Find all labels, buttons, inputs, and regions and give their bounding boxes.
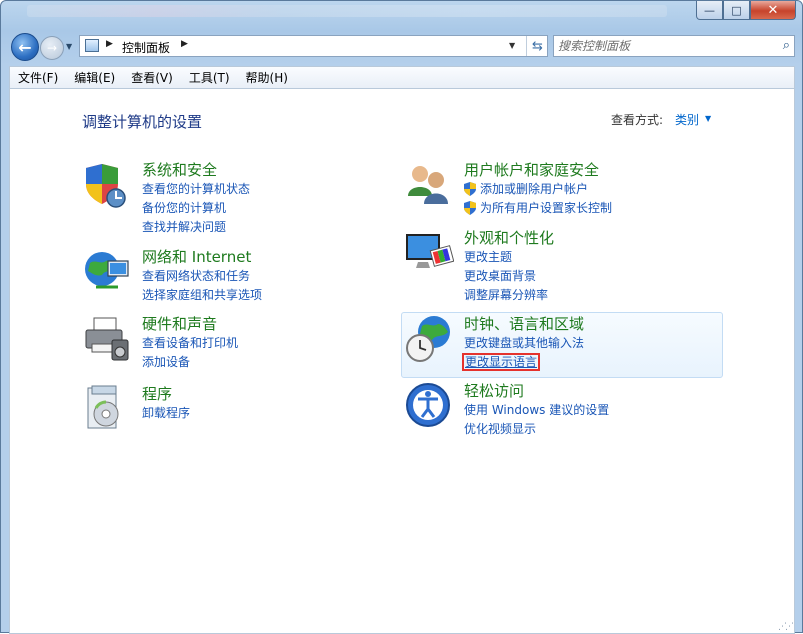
link-change-input-methods[interactable]: 更改键盘或其他输入法 [464,334,584,353]
control-panel-icon [85,39,99,52]
shield-icon[interactable] [82,160,132,210]
link-change-background[interactable]: 更改桌面背景 [464,267,554,286]
category-network-internet: 网络和 Internet 查看网络状态和任务 选择家庭组和共享选项 [85,247,262,305]
minimize-button[interactable]: — [696,1,723,20]
breadcrumb-separator-icon[interactable]: ▶ [106,39,113,49]
category-system-security: 系统和安全 查看您的计算机状态 备份您的计算机 查找并解决问题 [86,160,250,237]
link-troubleshoot[interactable]: 查找并解决问题 [142,218,250,237]
category-title[interactable]: 用户帐户和家庭安全 [464,160,612,180]
category-title[interactable]: 网络和 Internet [142,247,262,267]
link-parental-controls[interactable]: 为所有用户设置家长控制 [464,199,612,218]
menu-bar: 文件(F) 编辑(E) 查看(V) 工具(T) 帮助(H) [9,66,795,88]
uac-shield-icon [464,182,476,196]
category-clock-language-region: 时钟、语言和区域 更改键盘或其他输入法 更改显示语言 [406,314,584,372]
category-title[interactable]: 轻松访问 [464,381,609,401]
title-bar-blur [27,5,667,17]
category-title[interactable]: 时钟、语言和区域 [464,314,584,334]
link-homegroup-sharing[interactable]: 选择家庭组和共享选项 [142,286,262,305]
forward-button[interactable]: → [40,36,64,60]
view-by-dropdown[interactable]: 类别 [675,111,699,128]
caption-buttons: — □ ✕ [696,1,796,20]
programs-disc-icon[interactable] [82,384,132,434]
category-programs: 程序 卸载程序 [87,384,190,429]
link-add-device[interactable]: 添加设备 [142,353,238,372]
category-title[interactable]: 外观和个性化 [464,228,554,248]
category-ease-of-access: 轻松访问 使用 Windows 建议的设置 优化视频显示 [406,381,609,439]
navigation-bar: ← → ▼ ▶ 控制面板 ▶ ▼ ⇆ ⌕ [1,29,803,65]
address-dropdown-icon[interactable]: ▼ [509,41,515,50]
category-user-accounts: 用户帐户和家庭安全 添加或删除用户帐户 为所有用户设置家长控制 [408,160,612,218]
category-appearance: 外观和个性化 更改主题 更改桌面背景 调整屏幕分辨率 [406,228,554,305]
highlighted-link-text[interactable]: 更改显示语言 [461,353,541,371]
menu-tools[interactable]: 工具(T) [181,69,238,86]
menu-edit[interactable]: 编辑(E) [66,69,123,86]
content-pane: 调整计算机的设置 查看方式: 类别 ▼ 系统和安全 查看您的计算机状态 备份您的… [9,88,795,634]
link-recommended-settings[interactable]: 使用 Windows 建议的设置 [464,401,609,420]
uac-shield-icon [464,201,476,215]
users-icon[interactable] [404,160,454,210]
link-optimize-display[interactable]: 优化视频显示 [464,420,609,439]
menu-view[interactable]: 查看(V) [123,69,181,86]
close-button[interactable]: ✕ [750,1,796,20]
address-bar[interactable]: ▶ 控制面板 ▶ ▼ ⇆ [79,35,548,57]
refresh-icon[interactable]: ⇆ [526,36,548,56]
link-network-status[interactable]: 查看网络状态和任务 [142,267,262,286]
ease-of-access-icon[interactable] [404,381,454,431]
back-button[interactable]: ← [11,33,39,61]
view-by-label: 查看方式: [611,113,664,127]
category-hardware-sound: 硬件和声音 查看设备和打印机 添加设备 [85,314,238,372]
menu-help[interactable]: 帮助(H) [238,69,296,86]
breadcrumb-control-panel[interactable]: 控制面板 [122,39,170,56]
printer-icon[interactable] [82,314,132,364]
page-title: 调整计算机的设置 [82,113,203,131]
control-panel-window: — □ ✕ ← → ▼ ▶ 控制面板 ▶ ▼ ⇆ ⌕ 文件(F) 编辑(E) 查… [0,0,803,634]
maximize-button[interactable]: □ [723,1,750,20]
link-text[interactable]: 添加或删除用户帐户 [480,182,588,196]
resize-grip-icon[interactable]: ⋰⋰ [778,622,794,632]
chevron-down-icon[interactable]: ▼ [705,114,711,123]
search-input[interactable] [558,38,768,54]
link-uninstall-program[interactable]: 卸载程序 [142,404,190,423]
recent-pages-dropdown-icon[interactable]: ▼ [66,42,72,51]
monitor-palette-icon[interactable] [404,228,454,278]
link-backup-computer[interactable]: 备份您的计算机 [142,199,250,218]
link-view-computer-status[interactable]: 查看您的计算机状态 [142,180,250,199]
category-title[interactable]: 硬件和声音 [142,314,238,334]
link-change-theme[interactable]: 更改主题 [464,248,554,267]
search-box[interactable]: ⌕ [553,35,795,57]
clock-globe-icon[interactable] [404,314,454,364]
network-globe-icon[interactable] [82,247,132,297]
search-icon[interactable]: ⌕ [783,38,790,53]
link-text[interactable]: 为所有用户设置家长控制 [480,201,612,215]
category-title[interactable]: 系统和安全 [142,160,250,180]
link-screen-resolution[interactable]: 调整屏幕分辨率 [464,286,554,305]
menu-file[interactable]: 文件(F) [10,69,66,86]
link-change-display-language[interactable]: 更改显示语言 [461,353,584,372]
link-devices-printers[interactable]: 查看设备和打印机 [142,334,238,353]
category-title[interactable]: 程序 [142,384,190,404]
link-add-remove-accounts[interactable]: 添加或删除用户帐户 [464,180,612,199]
breadcrumb-separator-icon[interactable]: ▶ [181,39,188,49]
